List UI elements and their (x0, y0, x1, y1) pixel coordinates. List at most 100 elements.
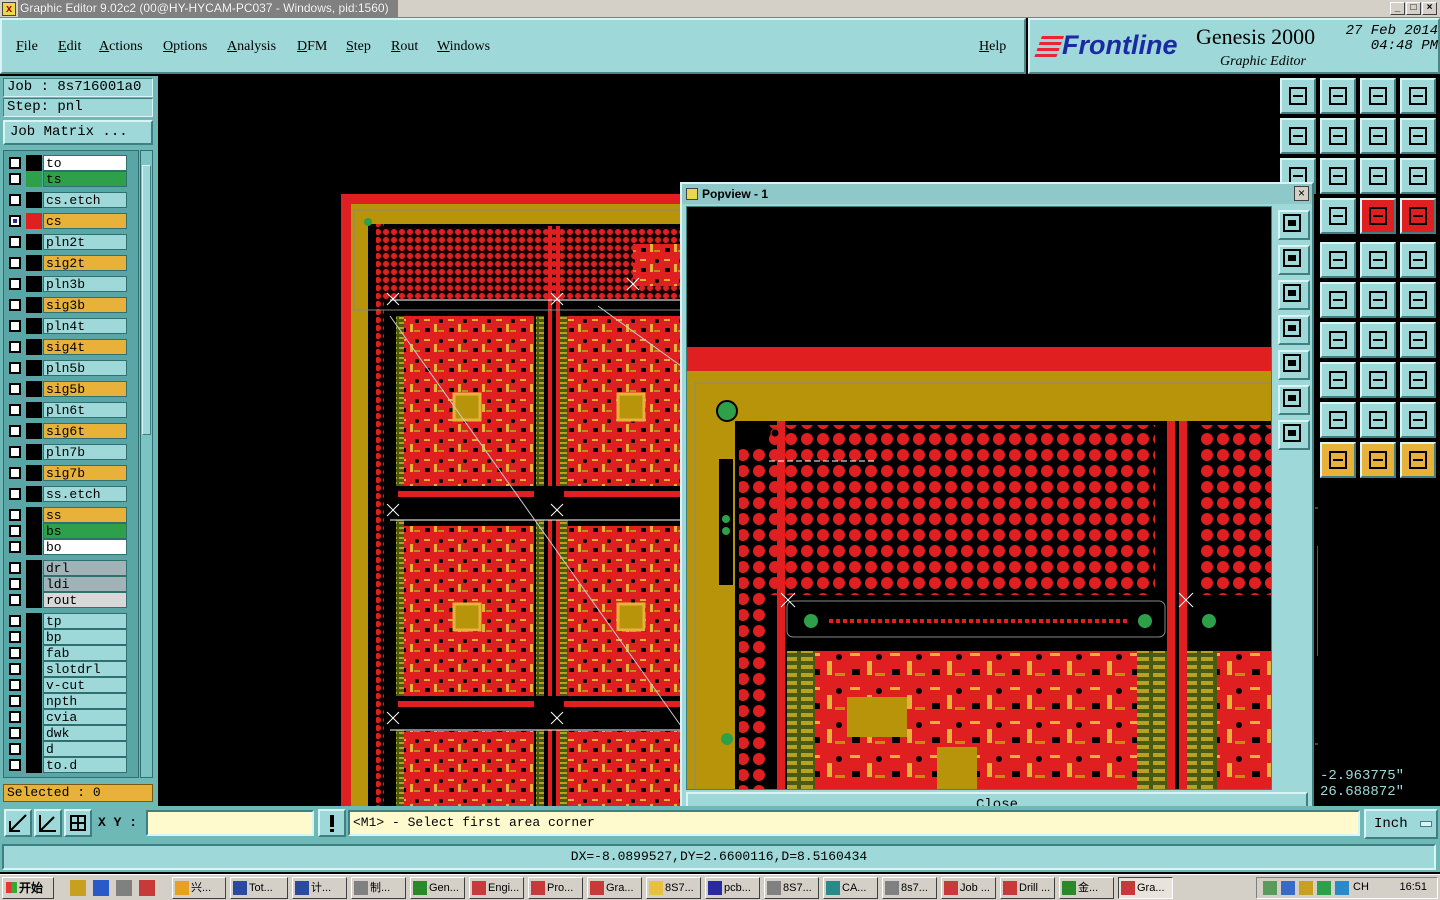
layer-name[interactable]: ss (43, 507, 127, 523)
layer-row-pln7b[interactable]: pln7b (6, 444, 127, 460)
layer-checkbox[interactable] (9, 647, 21, 659)
layer-name[interactable]: ts (43, 171, 127, 187)
layer-color-swatch[interactable] (26, 677, 42, 693)
layer-name[interactable]: cs.etch (43, 192, 127, 208)
node-edit-tool-button[interactable] (1400, 442, 1436, 478)
layer-color-swatch[interactable] (26, 234, 42, 250)
layer-color-swatch[interactable] (26, 523, 42, 539)
layer-checkbox[interactable] (9, 615, 21, 627)
layer-row-cs[interactable]: cs (6, 213, 127, 229)
menu-actions[interactable]: Actions (99, 39, 143, 55)
popview-pan-right-button[interactable] (1278, 350, 1310, 380)
layer-checkbox[interactable] (9, 173, 21, 185)
popview-canvas[interactable] (686, 206, 1272, 790)
layer-name[interactable]: pln4t (43, 318, 127, 334)
line-dots-tool-button[interactable] (1360, 282, 1396, 318)
layer-checkbox[interactable] (9, 299, 21, 311)
taskbar-task[interactable]: Gra... (1118, 877, 1173, 899)
layer-checkbox[interactable] (9, 404, 21, 416)
measure-button[interactable] (34, 809, 62, 837)
units-selector[interactable]: Inch (1364, 809, 1438, 839)
pan-right-tool-button[interactable] (1320, 118, 1356, 154)
taskbar-task[interactable]: 8s7... (882, 877, 937, 899)
layer-checkbox[interactable] (9, 711, 21, 723)
close-window-button[interactable]: × (1422, 2, 1437, 15)
quicklaunch-icon[interactable] (70, 880, 86, 896)
layer-checkbox[interactable] (9, 236, 21, 248)
home-tool-button[interactable] (1360, 78, 1396, 114)
poly-a-tool-button[interactable] (1320, 402, 1356, 438)
taskbar-task[interactable]: Job ... (941, 877, 996, 899)
layer-row-fab[interactable]: fab (6, 645, 127, 661)
menu-edit[interactable]: Edit (58, 39, 81, 55)
layer-row-tp[interactable]: tp (6, 613, 127, 629)
maximize-button[interactable]: □ (1406, 2, 1421, 15)
layer-color-swatch[interactable] (26, 381, 42, 397)
popview-fit-button[interactable] (1278, 385, 1310, 415)
layer-color-swatch[interactable] (26, 213, 42, 229)
taskbar-task[interactable]: pcb... (705, 877, 760, 899)
layer-row-sig2t[interactable]: sig2t (6, 255, 127, 271)
layer-name[interactable]: sig2t (43, 255, 127, 271)
layer-checkbox[interactable] (9, 594, 21, 606)
layer-color-swatch[interactable] (26, 360, 42, 376)
grid-button[interactable] (64, 809, 92, 837)
menu-help[interactable]: Help (979, 39, 1006, 55)
taskbar-task[interactable]: 兴... (172, 877, 226, 899)
layer-color-swatch[interactable] (26, 192, 42, 208)
layer-checkbox[interactable] (9, 488, 21, 500)
zoom-out-tool-button[interactable] (1320, 78, 1356, 114)
fit-window-tool-button[interactable] (1400, 78, 1436, 114)
layer-name[interactable]: ss.etch (43, 486, 127, 502)
layer-row-sig7b[interactable]: sig7b (6, 465, 127, 481)
tray-ime-icon[interactable] (1335, 881, 1349, 895)
layer-checkbox[interactable] (9, 759, 21, 771)
layer-name[interactable]: sig6t (43, 423, 127, 439)
redo-view-tool-button[interactable] (1360, 118, 1396, 154)
layer-name[interactable]: tp (43, 613, 127, 629)
pointer-arrow-tool-button[interactable] (1360, 442, 1396, 478)
layer-row-pln5b[interactable]: pln5b (6, 360, 127, 376)
taskbar-task[interactable]: 8S7... (764, 877, 819, 899)
dash-tool-button[interactable] (1320, 362, 1356, 398)
layer-row-ts[interactable]: ts (6, 171, 127, 187)
popview-zoom-in-button[interactable] (1278, 210, 1310, 240)
layer-color-swatch[interactable] (26, 507, 42, 523)
layer-checkbox[interactable] (9, 215, 21, 227)
layer-name[interactable]: slotdrl (43, 661, 127, 677)
layer-checkbox[interactable] (9, 525, 21, 537)
layer-row-bs[interactable]: bs (6, 523, 127, 539)
center-tool-button[interactable] (1320, 158, 1356, 194)
layer-row-ss[interactable]: ss (6, 507, 127, 523)
layer-color-swatch[interactable] (26, 171, 42, 187)
layer-name[interactable]: sig4t (43, 339, 127, 355)
layer-checkbox[interactable] (9, 663, 21, 675)
quicklaunch-icon[interactable] (139, 880, 155, 896)
layer-row-pln4t[interactable]: pln4t (6, 318, 127, 334)
layer-checkbox[interactable] (9, 695, 21, 707)
taskbar-task[interactable]: Engi... (469, 877, 524, 899)
layer-scrollbar[interactable] (140, 150, 153, 778)
layer-row-ldi[interactable]: ldi (6, 576, 127, 592)
layer-checkbox[interactable] (9, 727, 21, 739)
layer-row-pln6t[interactable]: pln6t (6, 402, 127, 418)
layer-color-swatch[interactable] (26, 757, 42, 773)
popview-close-x[interactable]: × (1294, 186, 1309, 201)
layer-name[interactable]: pln7b (43, 444, 127, 460)
poly-c-tool-button[interactable] (1400, 402, 1436, 438)
layer-color-swatch[interactable] (26, 661, 42, 677)
layer-color-swatch[interactable] (26, 318, 42, 334)
quicklaunch-icon[interactable] (93, 880, 109, 896)
taskbar-task[interactable]: 8S7... (646, 877, 701, 899)
taskbar-task[interactable]: Gra... (587, 877, 642, 899)
help-tool-button[interactable] (1400, 158, 1436, 194)
layer-checkbox[interactable] (9, 467, 21, 479)
layer-row-pln2t[interactable]: pln2t (6, 234, 127, 250)
layer-color-swatch[interactable] (26, 629, 42, 645)
taskbar-task[interactable]: 计... (292, 877, 347, 899)
layer-checkbox[interactable] (9, 578, 21, 590)
taskbar-task[interactable]: 制... (351, 877, 406, 899)
menu-rout[interactable]: Rout (391, 39, 418, 55)
layer-color-swatch[interactable] (26, 339, 42, 355)
taskbar-task[interactable]: Tot... (230, 877, 288, 899)
